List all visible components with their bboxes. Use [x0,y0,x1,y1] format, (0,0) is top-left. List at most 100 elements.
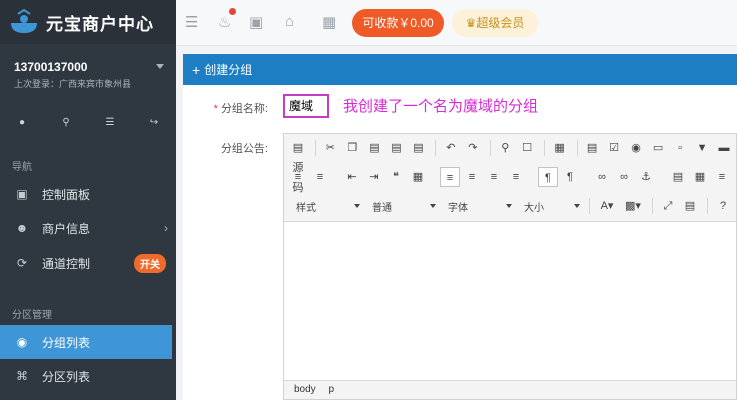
radio-icon[interactable]: ◉ [626,138,646,158]
monitor-icon: ▣ [16,187,28,201]
app-title: 元宝商户中心 [46,14,154,34]
user-actions: ● ⚲ ☰ ↪ [0,117,176,128]
numbered-list-icon[interactable]: ≡ [288,167,308,187]
sidebar-item-group-list[interactable]: ◉ 分组列表 [0,325,172,359]
toggle-badge[interactable]: 开关 [134,253,166,273]
align-center-icon[interactable]: ≡ [462,167,482,187]
align-left-icon[interactable]: ≡ [440,167,460,187]
home-icon[interactable]: ⌂ [285,13,294,30]
size-dropdown[interactable]: 大小 [516,196,584,216]
copy-icon[interactable]: ❐ [342,138,362,158]
link-icon[interactable]: ∞ [592,167,612,187]
help-icon[interactable]: ? [713,196,733,216]
editor-toolbar-row-3: 样式 普通 字体 大小 A▾ ▩▾ ⤢ ▤ ? [284,192,736,221]
topbar: ☰ ♨ ▣ ⌂ ▦ 可收款￥0.00 ♛超级会员 [176,0,737,46]
qrcode-icon[interactable]: ▦ [322,13,336,31]
editor-toolbar-row-2: ≡ ≡ ⇤ ⇥ ❝ ▦ ≡ ≡ ≡ ≡ ¶ ¶ ∞ ∞ ⚓ ▤ ▦ ≡ ☺ Ω [284,163,736,192]
sidebar-item-channel-control[interactable]: ⟳ 通道控制 开关 [0,246,176,280]
sidebar-item-label: 控制面板 [42,187,91,202]
div-container-icon[interactable]: ▦ [408,167,428,187]
button-icon[interactable]: ▬ [714,138,734,158]
menu-icon[interactable]: ☰ [185,13,198,31]
table-icon[interactable]: ▦ [690,167,710,187]
paste-word-icon[interactable]: ▤ [408,138,428,158]
toolbar-divider [652,198,653,214]
monitor-icon[interactable]: ▣ [249,13,263,31]
image-icon[interactable]: ▤ [668,167,688,187]
brand[interactable]: 元宝商户中心 [0,0,176,44]
undo-icon[interactable]: ↶ [441,138,461,158]
rich-text-editor: ▤源码 ✂ ❐ ▤ ▤ ▤ ↶ ↷ ⚲ ☐ ▦ ▤ ☑ ◉ ▭ ▫ ▼ ▬ ≡ … [283,133,737,400]
last-login-text: 上次登录：广西来宾市象州县 [14,79,132,89]
logo-icon [11,9,37,33]
ltr-icon[interactable]: ¶ [538,167,558,187]
plus-icon: + [192,61,201,78]
chevron-down-icon[interactable] [156,64,164,69]
toolbar-divider [707,198,708,214]
bulleted-list-icon[interactable]: ≡ [310,167,330,187]
path-item[interactable]: body [294,384,316,395]
annotation-text: 我创建了一个名为魔域的分组 [343,98,539,115]
dropdown-arrow-icon [354,204,360,208]
blockquote-icon[interactable]: ❝ [386,167,406,187]
profile-icon[interactable]: ● [0,117,44,128]
redo-icon[interactable]: ↷ [463,138,483,158]
sidebar-item-label: 商户信息 [42,221,91,236]
section-nav-label: 导航 [12,162,32,173]
toolbar-divider [589,198,590,214]
form-icon[interactable]: ▤ [582,138,602,158]
source-button[interactable]: ▤源码 [288,138,308,194]
group-name-label: * 分组名称: [213,103,268,115]
dropdown-arrow-icon [430,204,436,208]
sidebar-item-merchant-info[interactable]: ☻ 商户信息 › [0,211,176,245]
bell-icon[interactable]: ♨ [218,13,231,31]
group-name-input[interactable]: 魔域 [283,94,329,118]
select-icon[interactable]: ▼ [692,138,712,158]
replace-icon[interactable]: ☐ [517,138,537,158]
show-blocks-icon[interactable]: ▤ [680,196,700,216]
balance-button[interactable]: 可收款￥0.00 [352,9,444,37]
sidebar-item-zone-list[interactable]: ⌘ 分区列表 [0,359,176,393]
cut-icon[interactable]: ✂ [320,138,340,158]
editor-toolbar-row-1: ▤源码 ✂ ❐ ▤ ▤ ▤ ↶ ↷ ⚲ ☐ ▦ ▤ ☑ ◉ ▭ ▫ ▼ ▬ [284,134,736,194]
key-icon[interactable]: ⚲ [44,117,88,128]
logout-icon[interactable]: ↪ [132,117,176,128]
group-icon: ◉ [16,335,28,349]
indent-icon[interactable]: ⇥ [364,167,384,187]
horizontal-rule-icon[interactable]: ≡ [712,167,732,187]
vip-button[interactable]: ♛超级会员 [452,9,538,37]
source-icon: ▤ [292,142,304,154]
select-all-icon[interactable]: ▦ [550,138,570,158]
database-icon[interactable]: ☰ [88,117,132,128]
textfield-icon[interactable]: ▭ [648,138,668,158]
unlink-icon[interactable]: ∞ [614,167,634,187]
dropdown-arrow-icon [574,204,580,208]
create-group-panel: + 创建分组 * 分组名称: 魔域 我创建了一个名为魔域的分组 分组公告: ▤源… [183,54,737,400]
bg-color-icon[interactable]: ▩▾ [621,196,645,216]
sidebar-item-label: 分区列表 [42,369,91,384]
crown-icon: ♛ [465,16,477,30]
editor-content-area[interactable] [284,221,736,381]
path-item[interactable]: p [328,384,334,395]
group-notice-label: 分组公告: [220,143,268,155]
outdent-icon[interactable]: ⇤ [342,167,362,187]
align-justify-icon[interactable]: ≡ [506,167,526,187]
sidebar-item-dashboard[interactable]: ▣ 控制面板 [0,177,176,211]
maximize-icon[interactable]: ⤢ [658,196,678,216]
sidebar-item-label: 通道控制 [42,256,91,271]
checkbox-icon[interactable]: ☑ [604,138,624,158]
anchor-icon[interactable]: ⚓ [636,167,656,187]
textarea-icon[interactable]: ▫ [670,138,690,158]
align-right-icon[interactable]: ≡ [484,167,504,187]
format-dropdown[interactable]: 普通 [364,196,440,216]
text-color-icon[interactable]: A▾ [595,196,619,216]
sidebar: 元宝商户中心 13700137000 上次登录：广西来宾市象州县 ● ⚲ ☰ ↪… [0,0,176,400]
font-dropdown[interactable]: 字体 [440,196,516,216]
styles-dropdown[interactable]: 样式 [288,196,364,216]
rtl-icon[interactable]: ¶ [560,167,580,187]
required-mark: * [213,103,218,115]
paste-text-icon[interactable]: ▤ [386,138,406,158]
paste-icon[interactable]: ▤ [364,138,384,158]
user-phone[interactable]: 13700137000 [14,60,162,74]
find-icon[interactable]: ⚲ [495,138,515,158]
